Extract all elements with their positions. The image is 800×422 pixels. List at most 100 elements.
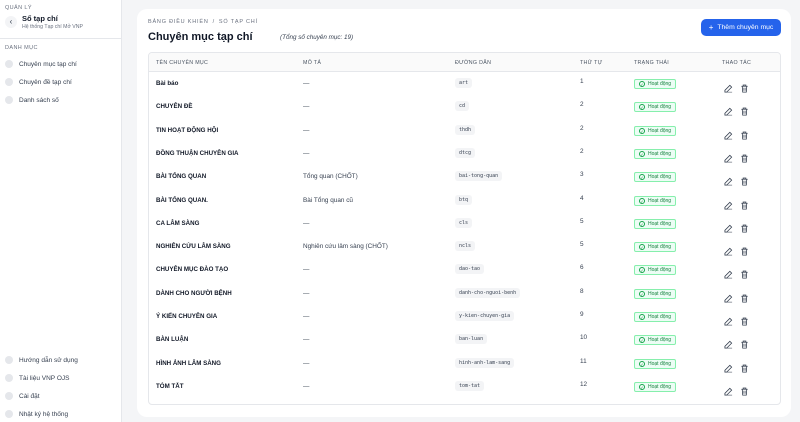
category-description: Bài Tổng quan cũ	[303, 196, 353, 204]
category-name: Bài báo	[156, 80, 179, 87]
delete-button[interactable]	[740, 266, 749, 279]
back-button[interactable]: ‹	[5, 16, 17, 28]
category-description: —	[303, 266, 310, 274]
category-name: DÀNH CHO NGƯỜI BỆNH	[156, 289, 232, 297]
edit-button[interactable]	[724, 103, 733, 116]
category-path: tom-tat	[455, 380, 485, 391]
check-circle-icon: ✓	[639, 127, 645, 134]
check-circle-icon: ✓	[639, 104, 645, 111]
category-path: y-kien-chuyen-gia	[455, 311, 515, 321]
status-label: Hoạt động	[648, 174, 672, 181]
category-name: TÓM TẮT	[156, 382, 184, 390]
status-badge: ✓ Hoạt động	[634, 195, 677, 206]
status-badge: ✓ Hoạt động	[634, 335, 677, 346]
category-description: —	[303, 126, 310, 134]
edit-button[interactable]	[724, 220, 733, 233]
circle-icon	[5, 356, 13, 364]
edit-button[interactable]	[724, 336, 733, 349]
check-circle-icon: ✓	[639, 81, 645, 87]
path-chip: dtcg	[455, 147, 476, 158]
check-circle-icon: ✓	[639, 244, 645, 251]
category-path: bai-tong-quan	[455, 171, 503, 182]
category-description: —	[303, 219, 310, 227]
check-circle-icon: ✓	[639, 174, 645, 181]
category-description: —	[303, 359, 310, 367]
delete-button[interactable]	[740, 173, 749, 186]
breadcrumb-separator: /	[212, 19, 215, 25]
delete-button[interactable]	[740, 360, 749, 373]
delete-button[interactable]	[740, 383, 749, 396]
sidebar-item-huong-dan[interactable]: Hướng dẫn sử dụng	[5, 354, 117, 366]
trash-icon	[740, 383, 749, 400]
edit-button[interactable]	[724, 150, 733, 163]
category-name: BÀN LUẬN	[156, 336, 189, 344]
status-label: Hoạt động	[648, 220, 672, 227]
category-path: ncls	[455, 241, 476, 252]
category-name: ĐỒNG THUẬN CHUYÊN GIA	[156, 149, 239, 157]
check-circle-icon: ✓	[639, 150, 645, 157]
edit-button[interactable]	[724, 80, 733, 93]
check-circle-icon: ✓	[639, 220, 645, 227]
delete-button[interactable]	[740, 336, 749, 349]
sidebar-item-label: Danh sách số	[19, 96, 59, 104]
delete-button[interactable]	[740, 313, 749, 326]
pencil-icon	[724, 383, 733, 400]
category-path: btq	[455, 194, 473, 205]
delete-button[interactable]	[740, 220, 749, 233]
edit-button[interactable]	[724, 243, 733, 256]
sidebar-item-chuyen-de[interactable]: Chuyên đề tạp chí	[5, 76, 117, 88]
table-row: TÓM TẮT — tom-tat 12 ✓ Hoạt động	[149, 375, 780, 398]
edit-button[interactable]	[724, 290, 733, 303]
sidebar-item-tai-lieu[interactable]: Tài liệu VNP OJS	[5, 372, 117, 384]
edit-button[interactable]	[724, 383, 733, 396]
category-path: danh-cho-nguoi-benh	[455, 287, 521, 298]
edit-button[interactable]	[724, 197, 733, 210]
status-label: Hoạt động	[648, 104, 672, 111]
category-name: CA LÂM SÀNG	[156, 219, 200, 227]
category-order: 2	[580, 124, 584, 132]
path-chip: thdh	[455, 124, 476, 135]
path-chip: hinh-anh-lam-sang	[455, 357, 515, 368]
sidebar-item-label: Tài liệu VNP OJS	[19, 374, 70, 382]
breadcrumb: BẢNG ĐIỀU KHIỂN / SỔ TẠP CHÍ	[148, 19, 258, 25]
breadcrumb-item-dashboard[interactable]: BẢNG ĐIỀU KHIỂN	[148, 19, 209, 25]
table-row: Ý KIẾN CHUYÊN GIA — y-kien-chuyen-gia 9 ✓ Hoạ…	[149, 305, 780, 328]
edit-button[interactable]	[724, 266, 733, 279]
delete-button[interactable]	[740, 197, 749, 210]
header-name: TÊN CHUYÊN MỤC	[156, 60, 209, 66]
edit-button[interactable]	[724, 173, 733, 186]
category-order: 6	[580, 264, 584, 272]
delete-button[interactable]	[740, 103, 749, 116]
delete-button[interactable]	[740, 290, 749, 303]
status-badge: ✓ Hoạt động	[634, 358, 677, 369]
category-order: 1	[580, 78, 584, 85]
header-actions: THAO TÁC	[722, 60, 752, 66]
path-chip: dao-tao	[455, 264, 485, 275]
edit-button[interactable]	[724, 127, 733, 140]
category-order: 9	[580, 311, 584, 318]
delete-button[interactable]	[740, 127, 749, 140]
table-row: CA LÂM SÀNG — cls 5 ✓ Hoạt động	[149, 212, 780, 235]
sidebar-item-danh-sach-so[interactable]: Danh sách số	[5, 94, 117, 106]
sidebar-subtitle: Hệ thống Tạp chí Mở VNP	[22, 24, 83, 30]
delete-button[interactable]	[740, 80, 749, 93]
category-name: HÌNH ẢNH LÂM SÀNG	[156, 359, 221, 367]
add-category-button[interactable]: + Thêm chuyên mục	[701, 19, 781, 36]
category-order: 4	[580, 194, 584, 202]
table-header: TÊN CHUYÊN MỤC MÔ TẢ ĐƯỜNG DẪN THỨ TỰ TR…	[149, 53, 780, 72]
status-badge: ✓ Hoạt động	[634, 265, 677, 276]
edit-button[interactable]	[724, 360, 733, 373]
status-badge: ✓ Hoạt động	[634, 288, 677, 299]
status-badge: ✓ Hoạt động	[634, 242, 677, 253]
add-category-label: Thêm chuyên mục	[717, 24, 774, 31]
chevron-left-icon: ‹	[9, 17, 13, 26]
status-label: Hoạt động	[648, 314, 672, 320]
status-badge: ✓ Hoạt động	[634, 381, 677, 392]
category-description: —	[303, 289, 310, 297]
sidebar-item-nhat-ky[interactable]: Nhật ký hệ thống	[5, 408, 117, 420]
delete-button[interactable]	[740, 150, 749, 163]
sidebar-item-cai-dat[interactable]: Cài đặt	[5, 390, 117, 402]
edit-button[interactable]	[724, 313, 733, 326]
sidebar-item-chuyen-muc[interactable]: Chuyên mục tạp chí	[5, 58, 117, 70]
delete-button[interactable]	[740, 243, 749, 256]
